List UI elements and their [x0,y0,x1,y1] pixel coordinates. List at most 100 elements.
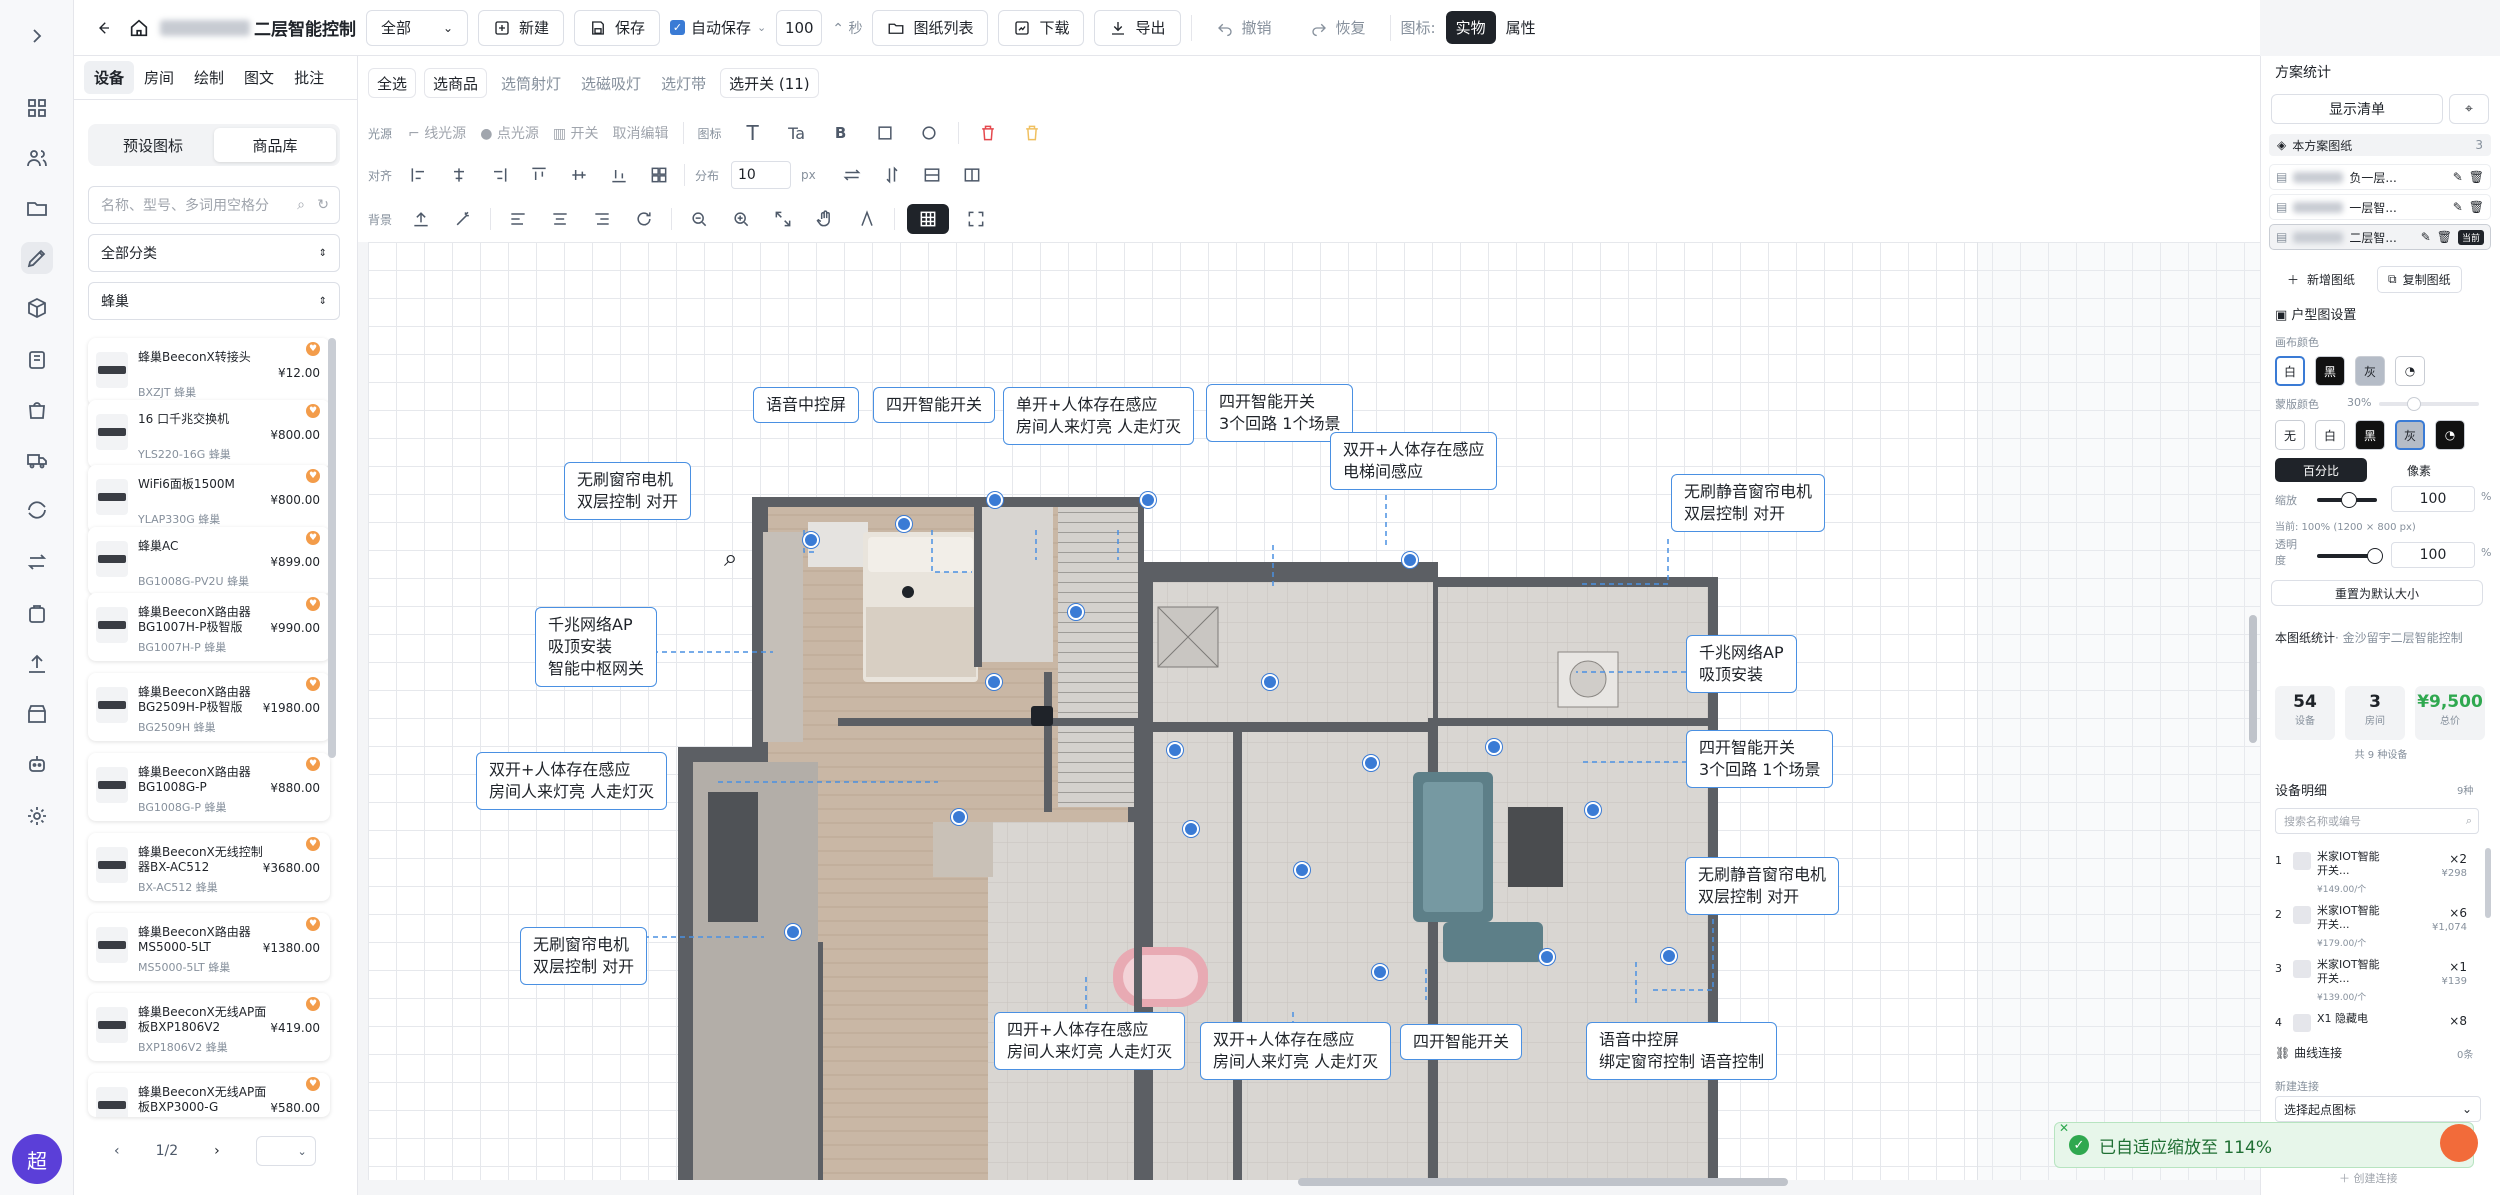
pixel-mode-button[interactable]: 像素 [2373,458,2465,482]
mask-white-swatch[interactable]: 白 [2315,420,2345,450]
device-marker[interactable] [1486,739,1502,755]
settings-icon[interactable] [21,800,53,832]
device-callout[interactable]: 双开+人体存在感应 房间人来灯亮 人走灯灭 [1200,1022,1392,1080]
edit-icon[interactable]: ✎ [2453,170,2463,184]
drawings-list-button[interactable]: 图纸列表 [872,9,989,46]
trash-icon[interactable]: 🗑 [2469,200,2484,214]
scope-select[interactable]: 全部 ⌄ [366,9,468,46]
device-marker[interactable] [987,492,1003,508]
trash-icon[interactable]: 🗑 [2469,170,2484,184]
device-callout[interactable]: 千兆网络AP 吸顶安装 [1686,635,1797,693]
device-marker[interactable] [1363,755,1379,771]
mode-attr-option[interactable]: 属性 [1496,11,1546,44]
grid-toggle-icon[interactable] [907,204,949,234]
device-marker[interactable] [1183,821,1199,837]
tab-draw[interactable]: 绘制 [184,61,234,94]
bag-icon[interactable] [21,394,53,426]
prev-page-button[interactable]: ‹ [114,1143,120,1159]
floorplan-sheet[interactable]: 语音中控屏 四开智能开关 单开+人体存在感应 房间人来灯亮 人走灯灭 四开智能开关 3个回… [368,242,1978,1180]
reset-size-button[interactable]: 重置为默认大小 [2271,580,2483,606]
device-row[interactable]: 3 米家IOT智能开关... ¥139.00/个 ×1 ¥139 [2271,956,2477,1004]
device-marker[interactable] [951,809,967,825]
device-callout[interactable]: 语音中控屏 [753,387,860,423]
product-card[interactable]: 蜂巢BeeconX路由器MS5000-5LT MS5000-5LT 蜂巢 ¥1380… [88,913,330,981]
device-callout[interactable]: 单开+人体存在感应 房间人来灯亮 人走灯灭 [1003,387,1195,445]
rectangle-icon[interactable] [870,118,900,148]
point-light-button[interactable]: ● 点光源 [480,123,539,143]
fullscreen-icon[interactable] [961,204,991,234]
columns-icon[interactable] [957,160,987,190]
save-button[interactable]: 保存 [574,9,661,46]
mask-gray-swatch[interactable]: 灰 [2395,420,2425,450]
refresh-icon[interactable] [21,494,53,526]
dashboard-icon[interactable] [21,92,53,124]
home-icon[interactable] [128,17,150,39]
rotate-icon[interactable] [629,204,659,234]
fit-icon[interactable] [768,204,798,234]
device-marker[interactable] [1294,862,1310,878]
magic-wand-icon[interactable] [448,204,478,234]
distribute-h-icon[interactable] [837,160,867,190]
select-maglights-button[interactable]: 选磁吸灯 [575,68,648,98]
text-align-center-icon[interactable] [545,204,575,234]
device-callout[interactable]: 双开+人体存在感应 房间人来灯亮 人走灯灭 [476,752,668,810]
mask-opacity-slider[interactable] [2379,397,2479,411]
zoom-in-icon[interactable] [726,204,756,234]
trash-icon[interactable]: 🗑 [2437,230,2452,244]
autosave-checkbox[interactable]: ✓ [670,20,686,35]
plan-sheets-header[interactable]: ◈ 本方案图纸 3 [2269,134,2491,156]
device-row[interactable]: 4 X1 隐藏电 ×8 [2271,1010,2477,1032]
canvas-h-scrollbar[interactable] [1298,1178,1788,1186]
device-callout[interactable]: 语音中控屏 绑定窗帘控制 语音控制 [1586,1022,1778,1080]
tab-devices[interactable]: 设备 [84,61,135,94]
store-icon[interactable] [21,698,53,730]
device-callout[interactable]: 无刷静音窗帘电机 双层控制 对开 [1685,857,1840,915]
truck-icon[interactable] [21,444,53,476]
canvas-v-scrollbar[interactable] [2249,615,2257,743]
assistant-fab[interactable] [2440,1124,2478,1162]
canvas-white-swatch[interactable]: 白 [2275,356,2305,386]
page-size-select[interactable]: ⌄ [255,1136,316,1166]
design-icon[interactable] [21,242,53,274]
device-marker[interactable] [785,924,801,940]
users-icon[interactable] [21,142,53,174]
design-canvas[interactable]: 语音中控屏 四开智能开关 单开+人体存在感应 房间人来灯亮 人走灯灭 四开智能开关 3个回… [368,242,2260,1186]
canvas-black-swatch[interactable]: 黑 [2315,356,2345,386]
device-marker[interactable] [1402,552,1418,568]
align-bottom-icon[interactable] [604,160,634,190]
mask-none-swatch[interactable]: 无 [2275,420,2305,450]
back-button[interactable] [88,9,118,46]
select-strips-button[interactable]: 选灯带 [655,68,713,98]
cancel-edit-button[interactable]: 取消编辑 [613,123,669,143]
edit-icon[interactable]: ✎ [2453,200,2463,214]
device-callout[interactable]: 无刷窗帘电机 双层控制 对开 [564,462,692,520]
rows-icon[interactable] [917,160,947,190]
mask-picker-icon[interactable]: ◔ [2435,420,2465,450]
swap-icon[interactable] [21,546,53,578]
bold-icon[interactable]: B [826,118,856,148]
user-avatar[interactable]: 超 [12,1134,62,1184]
device-marker[interactable] [1167,742,1183,758]
device-marker[interactable] [986,674,1002,690]
mask-black-swatch[interactable]: 黑 [2355,420,2385,450]
device-marker[interactable] [1262,674,1278,690]
device-marker[interactable] [1585,802,1601,818]
edit-icon[interactable]: ✎ [2421,230,2431,244]
device-callout[interactable]: 四开智能开关 [1400,1024,1523,1060]
circle-icon[interactable] [914,118,944,148]
device-marker[interactable] [1068,604,1084,620]
clear-icon[interactable] [1017,118,1047,148]
device-row[interactable]: 2 米家IOT智能开关... ¥179.00/个 ×6 ¥1,074 [2271,902,2477,950]
mode-real-option[interactable]: 实物 [1445,11,1496,44]
show-list-button[interactable]: 显示清单 [2271,94,2443,124]
category-select[interactable]: 全部分类 ⇕ [88,234,340,272]
align-vcenter-icon[interactable] [564,160,594,190]
product-card[interactable]: 蜂巢BeeconX路由器BG2509H-P极智版 BG2509H 蜂巢 ¥1980.… [88,673,330,741]
device-row[interactable]: 1 米家IOT智能开关... ¥149.00/个 ×2 ¥298 [2271,848,2477,896]
scale-input[interactable]: 100 [2391,486,2475,512]
product-card[interactable]: WiFi6面板1500M YLAP330G 蜂巢 ¥800.00 ♥ [88,465,330,533]
link-start-select[interactable]: 选择起点图标 ⌄ [2275,1096,2481,1122]
download-button[interactable]: 下载 [998,9,1085,46]
text-icon[interactable]: T [738,118,768,148]
zoom-out-icon[interactable] [684,204,714,234]
